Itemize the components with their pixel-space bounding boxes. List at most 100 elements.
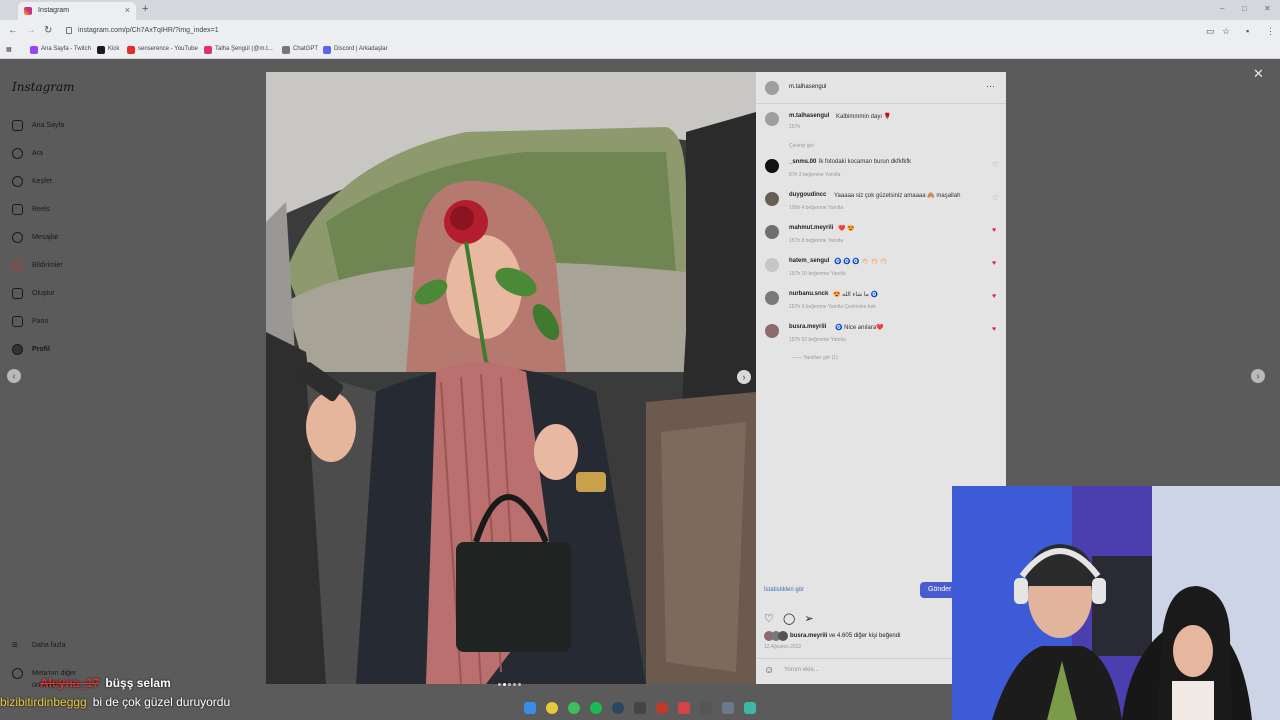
author-avatar[interactable] [765, 81, 779, 95]
sidebar-item-reels[interactable]: Reels [12, 204, 50, 218]
comment-meta[interactable]: 157h 10 beğenme Yanıtla [789, 271, 846, 277]
bookmark-youtube[interactable]: senserence - YouTube [127, 46, 198, 54]
extension-icon[interactable]: ▪ [1246, 26, 1249, 36]
minimize-icon[interactable]: – [1220, 4, 1224, 13]
comment-username[interactable]: duygoudincc [789, 192, 826, 198]
url-text: instagram.com/p/Ch7AxTqIHR/?img_index=1 [78, 27, 219, 34]
liked-comment-icon[interactable]: ♥ [992, 293, 996, 300]
spotify-icon[interactable] [590, 702, 602, 714]
reload-icon[interactable]: ↻ [44, 25, 52, 36]
view-insights-link[interactable]: İstatistikleri gör [764, 587, 804, 593]
sidebar-item-explore[interactable]: Keşfet [12, 176, 52, 190]
search-icon [12, 148, 23, 159]
chat-username: bizibitirdinbeggg [0, 695, 87, 709]
instagram-favicon-icon [24, 7, 32, 15]
post-date: 12 Ağustos 2022 [764, 644, 802, 650]
comment-avatar[interactable] [765, 192, 779, 206]
caption-avatar[interactable] [765, 112, 779, 126]
likes-summary[interactable]: busra.meyrili ve 4.605 diğer kişi beğend… [790, 633, 900, 639]
whatsapp-icon[interactable] [568, 702, 580, 714]
sidebar-item-notifications[interactable]: Bildirimler [12, 260, 63, 274]
heart-icon [12, 260, 23, 271]
post-photo: › [266, 72, 756, 684]
comment-meta[interactable]: 87h 3 beğenme Yanıtla [789, 172, 840, 178]
comment-meta[interactable]: 157h 52 beğenme Yanıtla [789, 337, 846, 343]
maximize-icon[interactable]: □ [1242, 4, 1247, 13]
menu-icon[interactable]: ⋮ [1266, 26, 1275, 37]
comment-avatar[interactable] [765, 225, 779, 239]
comment-text: 😍 ما شاء الله 🧿 [833, 292, 879, 298]
comment-meta[interactable]: 157h 8 beğenme Yanıtla [789, 238, 843, 244]
liked-comment-icon[interactable]: ♥ [992, 260, 996, 267]
back-icon[interactable]: ← [8, 25, 18, 36]
bookmark-twitch[interactable]: Ana Sayfa - Twitch [30, 46, 91, 54]
like-comment-icon[interactable]: ♡ [992, 161, 998, 169]
liked-comment-icon[interactable]: ♥ [992, 227, 996, 234]
post-actions: ♡ ◯ ➢ [764, 612, 814, 625]
author-username[interactable]: m.talhasengul [789, 84, 826, 90]
comment-username[interactable]: hatem_sengul [789, 258, 829, 264]
install-icon[interactable]: ▭ [1206, 26, 1215, 37]
twitch-icon [30, 46, 38, 54]
comment-username[interactable]: busra.meyrili [789, 324, 826, 330]
sidebar-item-profile[interactable]: Profil [12, 344, 50, 358]
close-post-icon[interactable]: ✕ [1253, 66, 1264, 82]
app-dark-icon[interactable] [700, 702, 712, 714]
comment-avatar[interactable] [765, 159, 779, 173]
instagram-logo[interactable]: Instagram [12, 80, 75, 94]
comment-text: lk fotodaki kocaman burun dkfkfkfk [819, 159, 912, 165]
comment-avatar[interactable] [765, 291, 779, 305]
chrome-icon[interactable] [546, 702, 558, 714]
forward-icon[interactable]: → [26, 25, 36, 36]
meta-icon [12, 668, 23, 679]
comment-meta[interactable]: 100h 4 beğenme Yanıtla [789, 205, 843, 211]
sidebar-item-home[interactable]: Ana Sayfa [12, 120, 64, 134]
sidebar-item-search[interactable]: Ara [12, 148, 43, 162]
carousel-dots [498, 673, 523, 691]
view-replies-link[interactable]: —— Yanıtları gör (1) [792, 355, 838, 361]
next-image-icon[interactable]: › [737, 370, 751, 384]
comment-username[interactable]: _snms.00 [789, 159, 816, 165]
bookmark-kick[interactable]: Kick [97, 46, 119, 54]
more-options-icon[interactable]: ··· [986, 81, 995, 91]
app-icon[interactable] [634, 702, 646, 714]
emoji-icon[interactable]: ☺ [764, 665, 774, 676]
sidebar-item-more[interactable]: ≡ Daha fazla [12, 640, 65, 654]
obs-icon[interactable] [656, 702, 668, 714]
comment-avatar[interactable] [765, 324, 779, 338]
steam-icon[interactable] [612, 702, 624, 714]
comment-username[interactable]: nurbanu.snck [789, 291, 828, 297]
plus-icon [12, 288, 23, 299]
sidebar-item-messages[interactable]: Mesajlar [12, 232, 58, 246]
comment-avatar[interactable] [765, 258, 779, 272]
comment-username[interactable]: mahmut.meyrili [789, 225, 833, 231]
bookmark-discord[interactable]: Discord | Arkadaşlar [323, 46, 388, 54]
apps-icon[interactable]: ▦ [6, 46, 12, 53]
comment-icon[interactable]: ◯ [783, 613, 795, 625]
url-field[interactable]: instagram.com/p/Ch7AxTqIHR/?img_index=1 [62, 23, 1182, 39]
messenger-icon [12, 232, 23, 243]
sidebar-item-dashboard[interactable]: Pano [12, 316, 48, 330]
new-tab-icon[interactable]: + [142, 3, 148, 15]
bookmark-chatgpt[interactable]: ChatGPT [282, 46, 318, 54]
bookmark-instagram[interactable]: Talha Şengül (@m.t... [204, 46, 273, 54]
next-post-icon[interactable]: › [1251, 369, 1265, 383]
previous-post-icon[interactable]: ‹ [7, 369, 21, 383]
browser-tab[interactable]: Instagram × [18, 2, 136, 20]
app-teal-icon[interactable] [744, 702, 756, 714]
windows-start-icon[interactable] [524, 702, 536, 714]
star-icon[interactable]: ☆ [1222, 26, 1230, 37]
comment-meta[interactable]: 157h 9 beğenme Yanıtla Çevirisine bak [789, 304, 876, 310]
window-close-icon[interactable]: ✕ [1264, 4, 1271, 13]
share-icon[interactable]: ➢ [804, 613, 813, 625]
liked-comment-icon[interactable]: ♥ [992, 326, 996, 333]
like-comment-icon[interactable]: ♡ [992, 194, 998, 202]
webcam-overlay [952, 486, 1280, 720]
settings-icon[interactable] [722, 702, 734, 714]
close-tab-icon[interactable]: × [125, 5, 130, 15]
caption-username[interactable]: m.talhasengul [789, 113, 829, 119]
app-red-icon[interactable] [678, 702, 690, 714]
sidebar-item-create[interactable]: Oluştur [12, 288, 55, 302]
see-translation-link[interactable]: Çeviriyi gör [789, 143, 814, 149]
like-icon[interactable]: ♡ [764, 613, 774, 625]
